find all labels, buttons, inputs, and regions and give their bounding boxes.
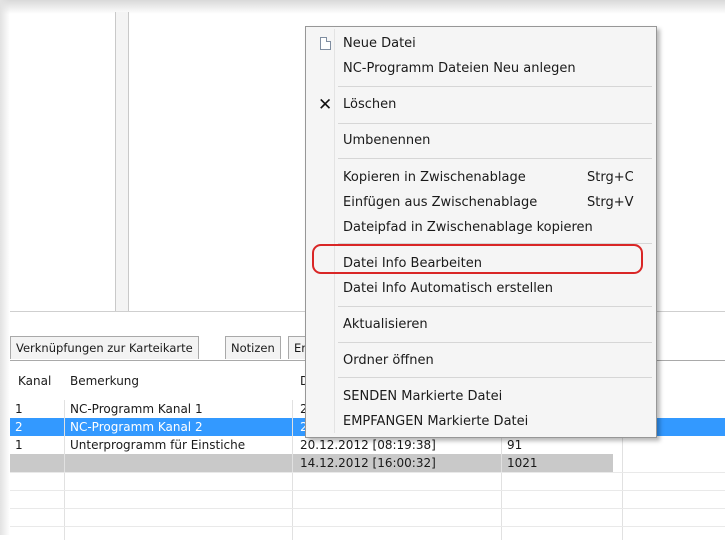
cell-datum: 20.12.2012 [08:19:38] [300, 438, 436, 452]
menu-item-label: Einfügen aus Zwischenablage [343, 195, 538, 210]
new-document-icon [320, 37, 331, 50]
column-header-kanal[interactable]: Kanal [18, 370, 51, 392]
cell-kanal: 2 [15, 420, 23, 434]
grid-line [10, 472, 725, 473]
menu-item-label: Ordner öffnen [343, 353, 434, 368]
menu-item-loeschen[interactable]: ✕ Löschen [306, 94, 656, 116]
window-top-edge [0, 0, 725, 14]
menu-item-neue-datei[interactable]: Neue Datei [306, 33, 656, 55]
menu-item-kopieren[interactable]: Kopieren in Zwischenablage Strg+C [306, 167, 656, 189]
menu-separator [338, 123, 652, 124]
table-row-gray[interactable]: 14.12.2012 [16:00:32] 1021 [10, 454, 613, 472]
tab-notizen[interactable]: Notizen [225, 336, 281, 359]
menu-separator [338, 86, 652, 87]
menu-item-aktualisieren[interactable]: Aktualisieren [306, 314, 656, 336]
menu-item-empfangen[interactable]: EMPFANGEN Markierte Datei [306, 411, 656, 433]
grid-line [64, 400, 65, 540]
menu-item-label: Aktualisieren [343, 317, 428, 332]
cell-datum: 14.12.2012 [16:00:32] [300, 456, 436, 470]
tab-label: Verknüpfungen zur Karteikarte [16, 341, 193, 355]
menu-item-label: Neue Datei [343, 36, 416, 51]
menu-separator [338, 377, 652, 378]
menu-item-nc-programm-neu[interactable]: NC-Programm Dateien Neu anlegen [306, 58, 656, 80]
tab-label: Notizen [231, 341, 275, 355]
cell-kanal: 1 [15, 438, 23, 452]
cell-bemerkung: NC-Programm Kanal 2 [70, 420, 203, 434]
cell-bemerkung: NC-Programm Kanal 1 [70, 402, 203, 416]
menu-item-label: SENDEN Markierte Datei [343, 389, 503, 404]
menu-item-label: Dateipfad in Zwischenablage kopieren [343, 220, 593, 235]
menu-item-umbenennen[interactable]: Umbenennen [306, 130, 656, 152]
column-header-bemerkung[interactable]: Bemerkung [70, 370, 139, 392]
menu-item-dateipfad-kopieren[interactable]: Dateipfad in Zwischenablage kopieren [306, 217, 656, 239]
menu-item-einfuegen[interactable]: Einfügen aus Zwischenablage Strg+V [306, 192, 656, 214]
menu-item-label: Umbenennen [343, 133, 431, 148]
cell-bemerkung [70, 454, 290, 472]
tab-verknuepfungen[interactable]: Verknüpfungen zur Karteikarte [10, 336, 199, 359]
context-menu: Neue Datei NC-Programm Dateien Neu anleg… [305, 26, 657, 438]
menu-item-label: Kopieren in Zwischenablage [343, 170, 526, 185]
delete-x-icon: ✕ [318, 95, 333, 115]
menu-separator [338, 158, 652, 159]
cell-kanal: 1 [15, 402, 23, 416]
cell-bemerkung: Unterprogramm für Einstiche [70, 438, 246, 452]
menu-item-label: Datei Info Automatisch erstellen [343, 281, 554, 296]
grid-line [292, 400, 293, 540]
menu-item-senden[interactable]: SENDEN Markierte Datei [306, 386, 656, 408]
menu-separator [338, 306, 652, 307]
menu-item-datei-info-automatisch[interactable]: Datei Info Automatisch erstellen [306, 278, 656, 300]
cell-size: 91 [507, 438, 523, 452]
menu-shortcut: Strg+C [587, 170, 634, 185]
grid-line [10, 490, 725, 491]
highlight-frame [312, 244, 643, 274]
cell-size: 1021 [507, 456, 538, 470]
table-row[interactable]: 1 Unterprogramm für Einstiche 20.12.2012… [10, 436, 725, 454]
menu-shortcut: Strg+V [587, 195, 634, 210]
menu-separator [338, 342, 652, 343]
menu-item-label: Löschen [343, 97, 397, 112]
menu-item-label: NC-Programm Dateien Neu anlegen [343, 61, 576, 76]
cell-kanal [15, 454, 63, 472]
menu-item-label: EMPFANGEN Markierte Datei [343, 414, 529, 429]
window-left-edge [0, 0, 10, 535]
menu-item-ordner-oeffnen[interactable]: Ordner öffnen [306, 350, 656, 372]
grid-line [10, 526, 725, 527]
pane-splitter[interactable] [115, 12, 129, 312]
grid-line [10, 508, 725, 509]
